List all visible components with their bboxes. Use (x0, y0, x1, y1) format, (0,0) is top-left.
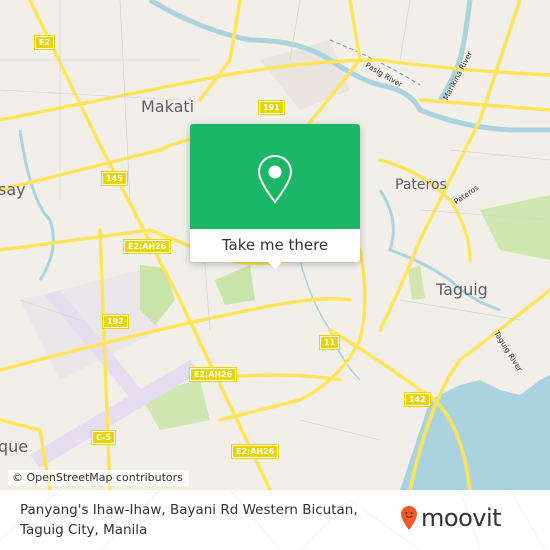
location-pin-icon (257, 154, 293, 204)
moovit-wordmark: moovit (421, 504, 502, 532)
take-me-there-button[interactable]: Take me there (190, 229, 360, 262)
road-shield-c5: C-5 (91, 430, 116, 445)
road-shield-191: 191 (258, 100, 285, 115)
road-shield-11: 11 (318, 335, 341, 350)
map-attribution[interactable]: © OpenStreetMap contributors (8, 470, 189, 486)
place-label-pateros: Pateros (395, 177, 447, 193)
place-label-makati: Makati (141, 97, 195, 116)
road-shield-192: 192 (102, 314, 129, 329)
road-shield-e2-ah26: E2;AH26 (188, 367, 238, 382)
moovit-logo[interactable]: moovit (400, 504, 502, 532)
road-shield-145: 145 (101, 171, 128, 186)
popup-header (190, 124, 360, 229)
popup-pointer (268, 262, 282, 269)
location-popup: Take me there (190, 124, 360, 269)
road-shield-e2-ah26: E2;AH26 (122, 239, 172, 254)
road-shield-e2-ah26: E2;AH26 (230, 444, 280, 459)
moovit-pin-icon (401, 506, 417, 530)
location-address: Panyang's Ihaw-Ihaw, Bayani Rd Western B… (20, 502, 358, 538)
place-label-pasay: say (0, 180, 26, 199)
place-label-taguig: Taguig (436, 280, 488, 299)
place-label-paranaque: que (0, 437, 29, 456)
road-shield-e2: E2 (33, 35, 56, 50)
footer: Panyang's Ihaw-Ihaw, Bayani Rd Western B… (0, 490, 550, 550)
road-shield-142: 142 (404, 392, 431, 407)
